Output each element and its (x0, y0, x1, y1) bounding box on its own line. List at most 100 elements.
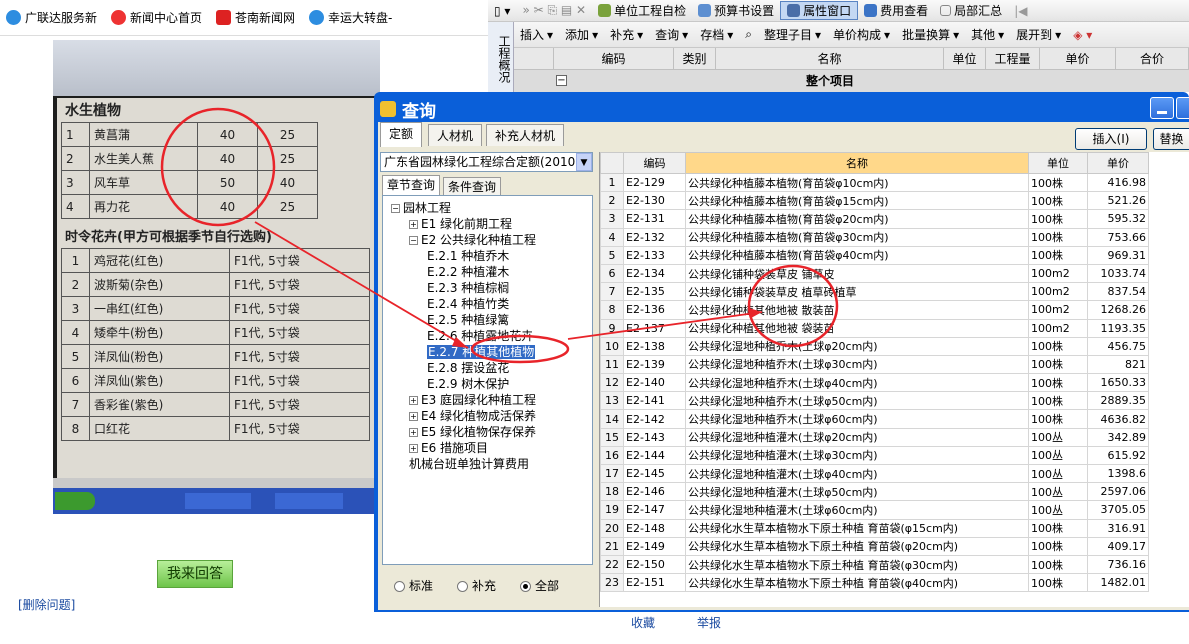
col-header-code[interactable]: 编码 (623, 152, 686, 174)
menu-batch-convert[interactable]: 批量换算 ▾ (896, 26, 965, 43)
menu-supplement[interactable]: 补充 ▾ (604, 26, 649, 43)
tree-node[interactable]: 机械台班单独计算费用 (409, 456, 529, 472)
collapse-icon[interactable]: − (409, 236, 418, 245)
radio-checked-icon[interactable] (520, 580, 532, 592)
collapse-icon[interactable]: − (391, 204, 400, 213)
radio-unchecked-icon[interactable] (394, 580, 405, 592)
result-row[interactable]: 19 E2-147 公共绿化湿地种植灌木(土球φ60cm内) 100丛 3705.05 (600, 500, 1149, 520)
col-header-name[interactable]: 名称 (685, 152, 1029, 174)
menu-other[interactable]: 其他 ▾ (965, 26, 1010, 43)
tree-node[interactable]: E.2.3 种植棕榈 (427, 280, 509, 296)
bookmark-item[interactable]: 新闻中心首页 (111, 9, 202, 26)
side-tab-overview[interactable]: 工程概况 (488, 22, 514, 92)
toolbar-button[interactable]: 费用查看 (858, 2, 934, 19)
grid-row[interactable]: − 整个项目 (514, 70, 1189, 92)
tree-node[interactable]: E.2.7 种植其他植物 (427, 344, 536, 360)
toolbar-button[interactable]: 局部汇总 (934, 2, 1008, 19)
replace-button[interactable]: 替换 (1153, 128, 1189, 150)
answer-button[interactable]: 我来回答 (157, 560, 233, 588)
tab-quota[interactable]: 定额 (380, 122, 423, 147)
expand-icon[interactable]: + (409, 428, 418, 437)
bookmark-item[interactable]: 广联达服务新 (6, 9, 97, 26)
expand-icon[interactable]: + (409, 396, 418, 405)
result-row[interactable]: 2 E2-130 公共绿化种植藤本植物(育苗袋φ15cm内) 100株 521.26 (600, 191, 1149, 211)
expand-icon[interactable]: + (409, 220, 418, 229)
result-row[interactable]: 16 E2-144 公共绿化湿地种植灌木(土球φ30cm内) 100丛 615.92 (600, 445, 1149, 466)
result-row[interactable]: 21 E2-149 公共绿化水生草本植物水下原土种植 育苗袋(φ20cm内) 100株… (600, 536, 1149, 556)
result-row[interactable]: 23 E2-151 公共绿化水生草本植物水下原土种植 育苗袋(φ40cm内) 100株… (600, 573, 1149, 593)
tree-node[interactable]: E.2.9 树木保护 (427, 376, 509, 392)
tree-node[interactable]: − 园林工程 (391, 200, 451, 216)
result-row[interactable]: 10 E2-138 公共绿化湿地种植乔木(土球φ20cm内) 100株 456.75 (600, 336, 1149, 356)
delete-question-link[interactable]: [删除问题] (18, 596, 75, 613)
minimize-button[interactable] (1150, 97, 1174, 119)
tree-node[interactable]: E.2.4 种植竹类 (427, 296, 509, 312)
bookmark-item[interactable]: 幸运大转盘- (309, 9, 392, 26)
radio-option[interactable]: 补充 (457, 577, 496, 594)
result-row[interactable]: 1 E2-129 公共绿化种植藤本植物(育苗袋φ10cm内) 100株 416.98 (600, 172, 1149, 193)
collapse-icon[interactable]: − (556, 75, 567, 86)
bookmark-item[interactable]: 苍南新闻网 (216, 9, 295, 26)
tree-node[interactable]: E.2.1 种植乔木 (427, 248, 509, 264)
result-row[interactable]: 7 E2-135 公共绿化铺种袋装草皮 植草砖植草 100m2 837.54 (600, 282, 1149, 302)
row-name: 公共绿化水生草本植物水下原土种植 育苗袋(φ20cm内) (685, 536, 1029, 556)
toolbar-button[interactable]: 预算书设置 (692, 2, 780, 19)
menu-price-composition[interactable]: 单价构成 ▾ (827, 26, 896, 43)
toolbar-button[interactable]: 单位工程自检 (592, 2, 692, 19)
library-select[interactable]: 广东省园林绿化工程综合定额(2010) (380, 152, 593, 172)
tree-node[interactable]: E.2.5 种植绿篱 (427, 312, 509, 328)
menu-query[interactable]: 查询 ▾ (649, 26, 694, 43)
result-row[interactable]: 12 E2-140 公共绿化湿地种植乔木(土球φ40cm内) 100株 1650.33 (600, 373, 1149, 393)
subtab-condition[interactable]: 条件查询 (443, 177, 502, 195)
tree-node[interactable]: + E6 措施项目 (409, 440, 488, 456)
paint-icon[interactable]: ◈ ▾ (1067, 28, 1098, 42)
subtab-chapter[interactable]: 章节查询 (382, 175, 441, 196)
col-header-unit[interactable]: 单位 (1028, 152, 1088, 174)
radio-option[interactable]: 全部 (520, 577, 559, 594)
nav-first-icon[interactable]: |◀ (1008, 4, 1033, 18)
result-row[interactable]: 22 E2-150 公共绿化水生草本植物水下原土种植 育苗袋(φ30cm内) 100株… (600, 554, 1149, 575)
radio-option[interactable]: 标准 (394, 577, 433, 594)
new-icon[interactable]: ▯ ▾ (488, 4, 516, 18)
result-row[interactable]: 18 E2-146 公共绿化湿地种植灌木(土球φ50cm内) 100丛 2597.06 (600, 482, 1149, 502)
tree-node[interactable]: E.2.2 种植灌木 (427, 264, 509, 280)
result-row[interactable]: 15 E2-143 公共绿化湿地种植灌木(土球φ20cm内) 100丛 342.89 (600, 427, 1149, 447)
menu-organize[interactable]: 整理子目 ▾ (758, 26, 827, 43)
result-row[interactable]: 14 E2-142 公共绿化湿地种植乔木(土球φ60cm内) 100株 4636.82 (600, 409, 1149, 429)
tree-node[interactable]: + E5 绿化植物保存保养 (409, 424, 536, 440)
result-row[interactable]: 5 E2-133 公共绿化种植藤本植物(育苗袋φ40cm内) 100株 969.31 (600, 245, 1149, 265)
maximize-button[interactable] (1176, 97, 1189, 119)
tree-node[interactable]: E.2.6 种植露地花卉 (427, 328, 533, 344)
tree-node[interactable]: + E4 绿化植物成活保养 (409, 408, 536, 424)
tree-node[interactable]: + E1 绿化前期工程 (409, 216, 512, 232)
expand-icon[interactable]: + (409, 412, 418, 421)
menu-add[interactable]: 添加 ▾ (559, 26, 604, 43)
menu-insert[interactable]: 插入 ▾ (514, 26, 559, 43)
toolbar-button[interactable]: 属性窗口 (780, 1, 859, 20)
tree-node[interactable]: E.2.8 摆设盆花 (427, 360, 509, 376)
tree-node[interactable]: − E2 公共绿化种植工程 (409, 232, 536, 248)
report-link[interactable]: 举报 (697, 614, 721, 631)
tab-supplement[interactable]: 补充人材机 (486, 124, 565, 146)
result-row[interactable]: 17 E2-145 公共绿化湿地种植灌木(土球φ40cm内) 100丛 1398.6 (600, 463, 1149, 484)
insert-button[interactable]: 插入(I) (1075, 128, 1147, 150)
expand-icon[interactable]: + (409, 444, 418, 453)
col-header-price[interactable]: 单价 (1087, 152, 1149, 174)
tab-labor-material[interactable]: 人材机 (428, 124, 483, 146)
radio-unchecked-icon[interactable] (457, 580, 469, 592)
result-row[interactable]: 20 E2-148 公共绿化水生草本植物水下原土种植 育苗袋(φ15cm内) 100株… (600, 518, 1149, 538)
chevron-down-icon[interactable]: ▼ (576, 153, 592, 171)
tree-node[interactable]: + E3 庭园绿化种植工程 (409, 392, 536, 408)
result-row[interactable]: 9 E2-137 公共绿化种植其他地被 袋装苗 100m2 1193.35 (600, 318, 1149, 338)
menu-expand[interactable]: 展开到 ▾ (1010, 26, 1067, 43)
binoculars-icon[interactable]: ⌕ (739, 27, 758, 42)
result-row[interactable]: 8 E2-136 公共绿化种植其他地被 散装苗 100m2 1268.26 (600, 300, 1149, 320)
result-row[interactable]: 4 E2-132 公共绿化种植藤本植物(育苗袋φ30cm内) 100株 753.66 (600, 227, 1149, 247)
photo-cell: F1代, 5寸袋 (229, 344, 370, 369)
result-row[interactable]: 3 E2-131 公共绿化种植藤本植物(育苗袋φ20cm内) 100株 595.32 (600, 209, 1149, 229)
result-row[interactable]: 13 E2-141 公共绿化湿地种植乔木(土球φ50cm内) 100株 2889.35 (600, 391, 1149, 411)
result-row[interactable]: 6 E2-134 公共绿化铺种袋装草皮 铺草皮 100m2 1033.74 (600, 263, 1149, 284)
menu-archive[interactable]: 存档 ▾ (694, 26, 739, 43)
result-row[interactable]: 11 E2-139 公共绿化湿地种植乔木(土球φ30cm内) 100株 821 (600, 354, 1149, 375)
favorite-link[interactable]: 收藏 (631, 614, 655, 631)
